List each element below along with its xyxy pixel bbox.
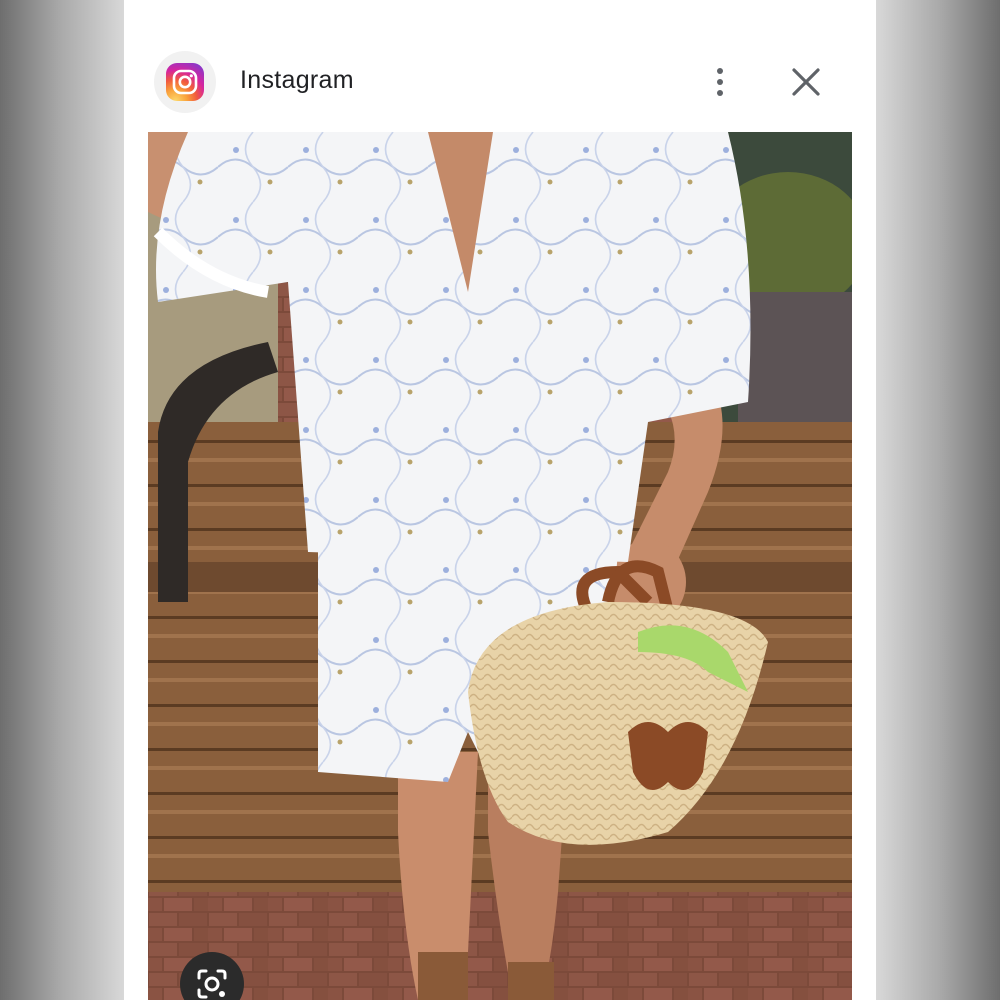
preview-image[interactable] (148, 132, 852, 1000)
close-icon (792, 68, 820, 96)
more-vert-icon (717, 68, 723, 74)
source-favicon[interactable] (154, 51, 216, 113)
instagram-icon (166, 63, 204, 101)
close-button[interactable] (786, 62, 826, 102)
source-header: Instagram (124, 40, 876, 124)
more-vert-icon-dot (717, 79, 723, 85)
image-preview-sheet: Instagram (124, 0, 876, 1000)
source-title[interactable]: Instagram (240, 66, 354, 95)
more-options-button[interactable] (700, 58, 740, 106)
google-lens-icon (197, 969, 227, 999)
more-vert-icon-dot (717, 90, 723, 96)
outfit-photo (148, 132, 852, 1000)
